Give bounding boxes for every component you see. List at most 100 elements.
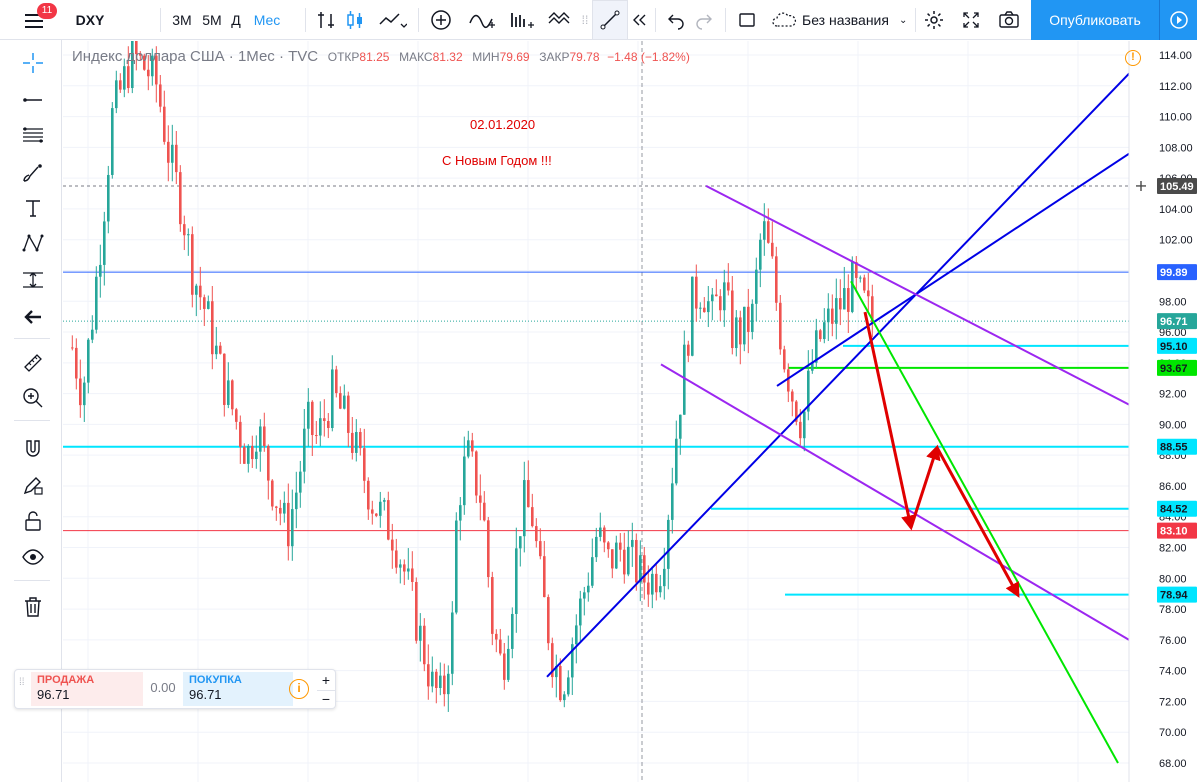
- decrease-qty-button[interactable]: −: [317, 690, 335, 708]
- camera-icon[interactable]: [993, 0, 1025, 40]
- back-arrow-icon[interactable]: [15, 302, 51, 332]
- add-icon[interactable]: [425, 0, 457, 40]
- forecast-tool-icon[interactable]: [15, 265, 51, 295]
- candle-body: [799, 421, 802, 439]
- candle-body: [779, 302, 782, 350]
- template-icon[interactable]: [543, 0, 579, 40]
- sell-label: ПРОДАЖА: [37, 674, 95, 686]
- brush-icon[interactable]: [15, 158, 51, 188]
- trend-line-tool-icon[interactable]: [15, 85, 51, 115]
- lock-drawing-pencil-icon[interactable]: [15, 470, 51, 500]
- buy-button[interactable]: ПОКУПКА 96.71: [183, 672, 293, 706]
- interval-3m[interactable]: 3М: [168, 0, 196, 40]
- annotation-greeting[interactable]: С Новым Годом !!!: [442, 153, 552, 168]
- candle-body: [423, 625, 426, 665]
- candle-body: [847, 288, 850, 312]
- candle-body: [251, 445, 254, 460]
- projection-arrow: [863, 311, 916, 531]
- compare-icon[interactable]: [312, 0, 340, 40]
- candle: [571, 637, 574, 696]
- fullscreen-box-icon[interactable]: [733, 0, 761, 40]
- candle-body: [359, 432, 362, 449]
- candle: [403, 559, 406, 586]
- chevron-down-icon: ⌄: [898, 14, 908, 26]
- eye-icon[interactable]: [15, 542, 51, 572]
- undo-icon[interactable]: [662, 0, 690, 40]
- candle: [567, 670, 570, 697]
- candle: [111, 102, 114, 179]
- alert-icon[interactable]: [464, 0, 500, 40]
- candle-body: [559, 665, 562, 701]
- candle: [343, 384, 346, 410]
- candle-body: [803, 411, 806, 439]
- play-icon[interactable]: [1159, 0, 1197, 40]
- candle: [255, 435, 258, 469]
- info-icon[interactable]: !: [1125, 50, 1141, 66]
- publish-button[interactable]: Опубликовать: [1031, 0, 1159, 40]
- info-icon[interactable]: i: [289, 679, 309, 699]
- candle-body: [787, 369, 790, 392]
- candle: [271, 479, 274, 511]
- fib-tool-icon[interactable]: [15, 120, 51, 150]
- candle: [731, 275, 734, 355]
- settings-icon[interactable]: [918, 0, 950, 40]
- candle: [551, 637, 554, 688]
- expand-icon[interactable]: [955, 0, 987, 40]
- candle: [863, 274, 866, 294]
- redo-icon[interactable]: [690, 0, 718, 40]
- candle-body: [819, 330, 822, 340]
- drag-handle-icon[interactable]: ⁞⁞: [578, 0, 592, 40]
- trash-icon[interactable]: [15, 592, 51, 622]
- candle-body: [199, 285, 202, 298]
- unlock-icon[interactable]: [15, 506, 51, 536]
- candle: [503, 642, 506, 690]
- candle-body: [691, 276, 694, 356]
- sell-button[interactable]: ПРОДАЖА 96.71: [31, 672, 143, 706]
- candle: [115, 70, 118, 114]
- increase-qty-button[interactable]: +: [317, 671, 335, 689]
- candle: [179, 165, 182, 232]
- ruler-icon[interactable]: [15, 348, 51, 378]
- rewind-icon[interactable]: [628, 0, 650, 40]
- candle-body: [835, 298, 838, 324]
- candle-body: [475, 451, 478, 496]
- candle: [171, 124, 174, 182]
- candle-body: [583, 592, 586, 599]
- annotation-date[interactable]: 02.01.2020: [470, 117, 535, 132]
- layout-name-dropdown[interactable]: Без названия ⌄: [770, 0, 916, 40]
- text-tool-icon[interactable]: [15, 193, 51, 223]
- candle: [371, 500, 374, 525]
- candle-body: [99, 264, 102, 277]
- divider: [14, 338, 50, 339]
- interval-day[interactable]: Д: [226, 0, 246, 40]
- candle-body: [451, 612, 454, 674]
- interval-5m[interactable]: 5М: [198, 0, 226, 40]
- pattern-tool-icon[interactable]: [15, 228, 51, 258]
- legend-title: Индекс доллара США · 1Мес · TVC: [72, 48, 319, 65]
- buy-label: ПОКУПКА: [189, 674, 242, 686]
- candle: [511, 607, 514, 659]
- candle-body: [863, 277, 866, 291]
- indicators-icon[interactable]: [372, 0, 412, 40]
- candle-body: [159, 84, 162, 107]
- candle: [251, 435, 254, 468]
- price-tick-label: 68.00: [1159, 758, 1187, 770]
- candle: [631, 522, 634, 567]
- zoom-in-icon[interactable]: [15, 383, 51, 413]
- price-tick-label: 82.00: [1159, 543, 1187, 555]
- candles-icon[interactable]: [340, 0, 370, 40]
- price-tick-label: 90.00: [1159, 419, 1187, 431]
- magnet-icon[interactable]: [15, 434, 51, 464]
- interval-month[interactable]: Мес: [249, 0, 285, 40]
- trend-line-icon[interactable]: [592, 0, 628, 40]
- replay-bars-icon[interactable]: [503, 0, 539, 40]
- price-tick-label: 78.00: [1159, 604, 1187, 616]
- candle-body: [239, 421, 242, 447]
- drag-handle-icon[interactable]: ⁞⁞: [19, 678, 27, 700]
- candle: [467, 430, 470, 459]
- candle-body: [347, 395, 350, 433]
- candle-body: [479, 495, 482, 503]
- crosshair-icon[interactable]: [15, 48, 51, 78]
- symbol-search[interactable]: DXY: [66, 0, 114, 40]
- candle-body: [75, 347, 78, 379]
